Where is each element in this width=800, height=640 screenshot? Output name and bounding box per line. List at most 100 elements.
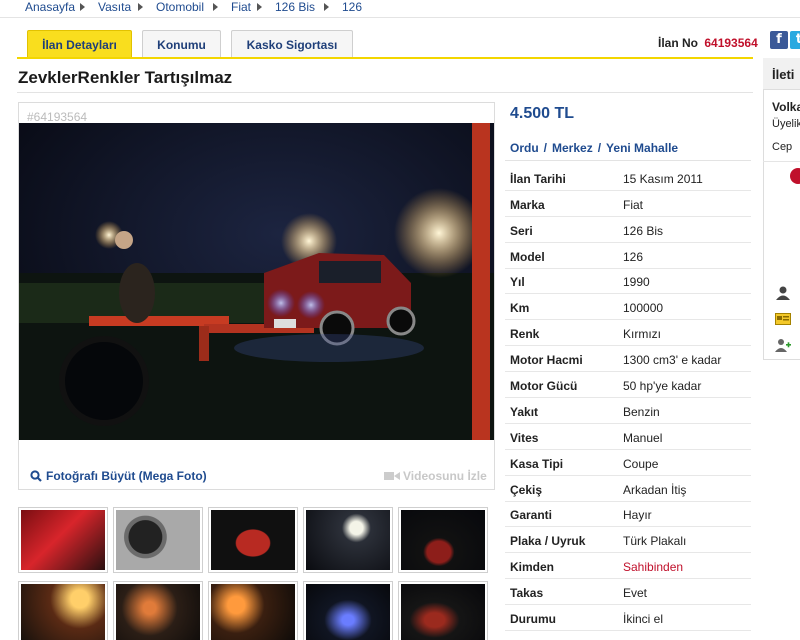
membership-info: Üyelik (772, 118, 800, 130)
photo-id: #64193564 (27, 110, 88, 124)
detail-row: Durumu İkinci el (505, 605, 751, 631)
detail-value: Coupe (623, 457, 659, 471)
user-icon[interactable] (775, 286, 791, 300)
photo-thumbnail[interactable] (208, 507, 298, 573)
enlarge-photo-label: Fotoğrafı Büyüt (Mega Foto) (46, 469, 207, 483)
detail-key: İlan Tarihi (510, 172, 566, 186)
photo-thumbnail[interactable] (303, 507, 393, 573)
twitter-icon[interactable]: t (790, 31, 800, 49)
breadcrumb-item-model[interactable]: 126 (342, 0, 362, 14)
photo-thumbnail[interactable] (398, 581, 488, 640)
listing-price: 4.500 TL (510, 105, 575, 122)
detail-value: 50 hp'ye kadar (623, 379, 702, 393)
photo-thumbnail[interactable] (208, 581, 298, 640)
watch-video-label: Videosunu İzle (403, 469, 487, 483)
detail-value: Evet (623, 586, 648, 600)
detail-row: Renk Kırmızı (505, 320, 751, 346)
location-neighborhood[interactable]: Yeni Mahalle (606, 141, 678, 155)
detail-row: Yıl 1990 (505, 268, 751, 294)
search-icon (30, 470, 42, 482)
breadcrumb-arrow-icon (213, 3, 218, 11)
tabs-underline (17, 57, 753, 59)
facebook-icon[interactable]: f (770, 31, 788, 49)
detail-row: Garanti Hayır (505, 501, 751, 527)
detail-key: Renk (510, 327, 540, 341)
detail-row: Plaka / Uyruk Türk Plakalı (505, 527, 751, 553)
photo-thumbnail[interactable] (18, 581, 108, 640)
listing-title: ZevklerRenkler Tartışılmaz (18, 68, 233, 87)
ilan-number-value: 64193564 (704, 36, 758, 50)
detail-key: Yakıt (510, 405, 539, 419)
phone-label: Cep (772, 141, 793, 153)
breadcrumb: Anasayfa Vasıta Otomobil Fiat 126 Bis 12… (0, 0, 800, 18)
detail-row: Model 126 (505, 243, 751, 269)
detail-row: Marka Fiat (505, 191, 751, 217)
video-camera-icon (384, 472, 400, 480)
detail-value: Türk Plakalı (623, 534, 687, 548)
detail-key: Seri (510, 224, 533, 238)
location-city[interactable]: Ordu (510, 141, 539, 155)
detail-value: İkinci el (623, 612, 664, 626)
breadcrumb-arrow-icon (257, 3, 262, 11)
detail-row: Km 100000 (505, 294, 751, 320)
photo-thumbnail[interactable] (113, 507, 203, 573)
photo-thumbnail[interactable] (113, 581, 203, 640)
detail-key: Çekiş (510, 483, 543, 497)
breadcrumb-item-series[interactable]: 126 Bis (275, 0, 315, 14)
detail-key: Motor Gücü (510, 379, 578, 393)
tab-konumu[interactable]: Konumu (142, 30, 221, 58)
location-breadcrumb: Ordu / Merkez / Yeni Mahalle (510, 141, 679, 155)
detail-row: Motor Gücü 50 hp'ye kadar (505, 372, 751, 398)
detail-row: Kimden Sahibinden (505, 553, 751, 579)
detail-row: Seri 126 Bis (505, 217, 751, 243)
detail-value: 1300 cm3' e kadar (623, 353, 722, 367)
detail-value: Kırmızı (623, 327, 661, 341)
breadcrumb-item-otomobil[interactable]: Otomobil (156, 0, 204, 14)
ilan-number: İlan No 64193564 (658, 36, 758, 50)
main-photo[interactable] (19, 123, 494, 440)
detail-key: Model (510, 250, 545, 264)
detail-row: Vites Manuel (505, 424, 751, 450)
detail-key: Durumu (510, 612, 556, 626)
ilan-number-label: İlan No (658, 36, 699, 50)
detail-value-seller[interactable]: Sahibinden (623, 560, 683, 574)
tab-ilan-detaylari[interactable]: İlan Detayları (27, 30, 132, 58)
breadcrumb-item-vasita[interactable]: Vasıta (98, 0, 131, 14)
detail-row: Kasa Tipi Coupe (505, 450, 751, 476)
detail-value: 100000 (623, 301, 664, 315)
detail-value: 15 Kasım 2011 (623, 172, 703, 186)
detail-row: İlan Tarihi 15 Kasım 2011 (505, 165, 751, 191)
seller-name[interactable]: Volka (772, 100, 800, 114)
divider (505, 160, 751, 161)
detail-key: Vites (510, 431, 539, 445)
tab-kasko-sigortasi[interactable]: Kasko Sigortası (231, 30, 353, 58)
detail-value: Fiat (623, 198, 644, 212)
divider (17, 92, 753, 93)
detail-key: Garanti (510, 508, 553, 522)
breadcrumb-arrow-icon (80, 3, 85, 11)
photo-thumbnail[interactable] (303, 581, 393, 640)
detail-row: Çekiş Arkadan İtiş (505, 476, 751, 502)
detail-key: Yıl (510, 275, 525, 289)
detail-row: Takas Evet (505, 579, 751, 605)
divider (763, 161, 800, 162)
contact-panel-title: İleti (772, 67, 795, 82)
detail-row: Yakıt Benzin (505, 398, 751, 424)
detail-value: Benzin (623, 405, 660, 419)
breadcrumb-item-home[interactable]: Anasayfa (25, 0, 75, 14)
detail-value: Arkadan İtiş (623, 483, 687, 497)
photo-thumbnail[interactable] (18, 507, 108, 573)
location-district[interactable]: Merkez (552, 141, 593, 155)
photo-thumbnail[interactable] (398, 507, 488, 573)
watch-video-link[interactable]: Videosunu İzle (384, 469, 487, 483)
add-user-icon[interactable] (775, 338, 791, 352)
detail-value: Manuel (623, 431, 663, 445)
alert-badge-icon[interactable] (790, 168, 800, 184)
breadcrumb-arrow-icon (324, 3, 329, 11)
detail-key: Kimden (510, 560, 555, 574)
breadcrumb-arrow-icon (138, 3, 143, 11)
enlarge-photo-link[interactable]: Fotoğrafı Büyüt (Mega Foto) (30, 469, 207, 483)
detail-value: 126 (623, 250, 644, 264)
breadcrumb-item-fiat[interactable]: Fiat (231, 0, 251, 14)
card-icon[interactable] (775, 312, 791, 326)
